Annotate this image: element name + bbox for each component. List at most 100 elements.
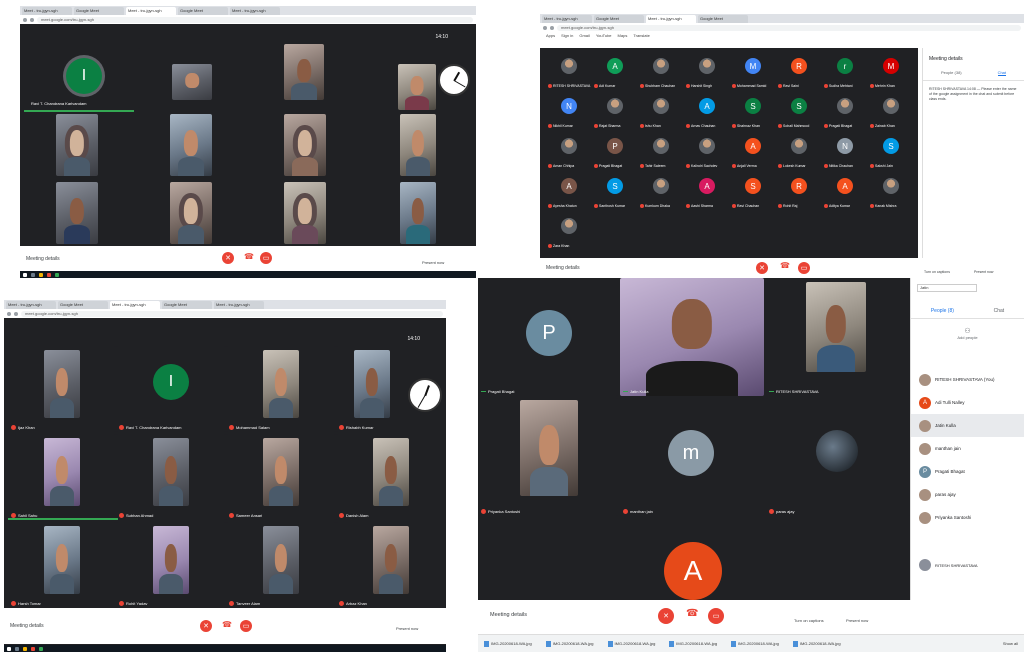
address-input[interactable]: meet.google.com/tru-jgyn-sgh [37, 16, 473, 23]
browser-tab[interactable]: Meet - tru-jgyn-sgh [214, 301, 264, 309]
browser-tab[interactable]: Google Meet [698, 15, 748, 23]
participant-tile[interactable]: Sahil Sahu [8, 434, 116, 520]
taskbar-app-icon[interactable] [39, 646, 43, 651]
bookmark-link[interactable]: Gmail [579, 32, 589, 39]
participant-tile[interactable]: Danish Alam [336, 434, 446, 520]
participant-tile[interactable]: I Ravi T. Chandrana Karlvandam [28, 48, 140, 108]
participant-tile[interactable]: S Ravi Chauhan [730, 176, 776, 210]
people-list-item[interactable]: Priyanka Santoshi [911, 506, 1024, 529]
bookmark-link[interactable]: Translate [633, 32, 650, 39]
tab-chat[interactable]: Chat [994, 308, 1005, 314]
participant-tile[interactable]: A Anjali Verma [730, 136, 776, 170]
browser-tab[interactable]: Google Meet [74, 7, 124, 15]
taskbar-app-icon[interactable] [15, 646, 19, 651]
participant-tile[interactable]: A Arnav Chauhan [684, 96, 730, 130]
taskbar-app-icon[interactable] [31, 272, 35, 277]
reload-icon[interactable] [14, 311, 18, 316]
present-now-button[interactable]: Present now [846, 618, 868, 623]
people-list-item[interactable]: Jatin Kulla [911, 414, 1024, 437]
participant-tile[interactable]: A Adi Kumar [592, 56, 638, 90]
people-list-item[interactable]: RITESH SHRIVASTAVA (You) [911, 368, 1024, 391]
address-input[interactable]: meet.google.com/tru-jgyn-sgh [21, 310, 443, 317]
add-people-button[interactable]: ⚇ Add people [911, 327, 1024, 340]
hangup-icon[interactable]: ☎ [244, 252, 254, 261]
browser-tab[interactable]: Meet - tru-jgyn-sgh [230, 7, 280, 15]
participant-tile[interactable]: Rohit Yadav [116, 522, 226, 608]
mic-off-button[interactable]: ✕ [200, 620, 212, 632]
camera-off-button[interactable]: ▭ [798, 262, 810, 274]
browser-tab[interactable]: Google Meet [178, 7, 228, 15]
participant-tile[interactable]: Mohammad Salam [226, 346, 336, 432]
participant-tile[interactable]: Kumkum Dhaka [638, 176, 684, 210]
people-list-item[interactable]: P Pragati Bhagat [911, 460, 1024, 483]
participant-tile[interactable]: R Rohit Raj [776, 176, 822, 210]
participant-tile[interactable]: r Sudha Mehtani [822, 56, 868, 90]
bookmark-link[interactable]: YouTube [596, 32, 612, 39]
download-item[interactable]: IMG-20200618-WA.jpg [484, 640, 532, 647]
participant-tile[interactable]: R Ravi Saini [776, 56, 822, 90]
bookmark-link[interactable]: Sign in [561, 32, 573, 39]
address-input[interactable]: meet.google.com/tru-jgyn-sgh [557, 24, 1021, 31]
browser-tab[interactable]: Meet - tru-jgyn-sgh [126, 7, 176, 15]
participant-tile[interactable]: Zainab Khan [868, 96, 914, 130]
camera-off-button[interactable]: ▭ [260, 252, 272, 264]
participant-video[interactable] [170, 114, 212, 176]
camera-off-button[interactable]: ▭ [240, 620, 252, 632]
participant-tile[interactable]: Zara Khan [546, 216, 592, 250]
download-item[interactable]: IMG-20200618-WA.jpg [607, 640, 655, 647]
people-list-item[interactable]: A Adi Tulli Nalley [911, 391, 1024, 414]
taskbar-app-icon[interactable] [23, 646, 27, 651]
present-now-button[interactable]: Present now [974, 270, 993, 274]
present-now-button[interactable]: Present now [422, 260, 444, 265]
browser-tab[interactable]: Google Meet [594, 15, 644, 23]
download-item[interactable]: IMG-20200618-WA.jpg [731, 640, 779, 647]
participant-tile[interactable]: Harshit Singh [684, 56, 730, 90]
bookmark-link[interactable]: Apps [546, 32, 555, 39]
browser-tab[interactable]: Meet - tru-jgyn-sgh [22, 7, 72, 15]
mic-off-button[interactable]: ✕ [756, 262, 768, 274]
participant-tile[interactable]: S Sakshi Jain [868, 136, 914, 170]
participant-video[interactable] [56, 114, 98, 176]
participant-video[interactable] [170, 182, 212, 244]
mic-off-button[interactable]: ✕ [222, 252, 234, 264]
participant-tile[interactable]: N Nitika Chauhan [822, 136, 868, 170]
participant-tile[interactable]: Rajat Sharma [592, 96, 638, 130]
taskbar-app-icon[interactable] [31, 646, 35, 651]
download-item[interactable]: IMG-20200618-WA.jpg [792, 640, 841, 647]
camera-off-button[interactable]: ▭ [708, 608, 724, 624]
participant-tile[interactable]: S Shahnaz Khan [730, 96, 776, 130]
taskbar-app-icon[interactable] [47, 272, 51, 277]
participant-video[interactable] [284, 182, 326, 244]
participant-tile[interactable]: M Mehrin Khan [868, 56, 914, 90]
participant-tile[interactable]: Lokesh Kumar [776, 136, 822, 170]
present-now-button[interactable]: Present now [396, 626, 418, 631]
participant-tile[interactable]: Sameer Ansari [226, 434, 336, 520]
reload-icon[interactable] [30, 17, 34, 22]
back-icon[interactable] [7, 311, 11, 316]
hangup-icon[interactable]: ☎ [686, 608, 698, 619]
captions-button[interactable]: Turn on captions [794, 618, 824, 623]
back-icon[interactable] [543, 25, 547, 30]
participant-video[interactable] [284, 44, 324, 100]
mic-off-button[interactable]: ✕ [658, 608, 674, 624]
participant-tile[interactable]: A Aashi Sharma [684, 176, 730, 210]
participant-tile[interactable]: Aman Chhipa [546, 136, 592, 170]
back-icon[interactable] [23, 17, 27, 22]
participant-tile[interactable]: Priyanka Santoshi [478, 398, 618, 516]
browser-tab[interactable]: Meet - tru-jgyn-sgh [6, 301, 56, 309]
tab-people[interactable]: People (38) [941, 70, 962, 76]
participant-tile[interactable]: Subhan Ahmad [116, 434, 226, 520]
bookmark-link[interactable]: Maps [618, 32, 628, 39]
taskbar-app-icon[interactable] [39, 272, 43, 277]
participant-tile[interactable]: Arbaz Khan [336, 522, 446, 608]
meeting-details-button[interactable]: Meeting details [484, 612, 527, 618]
participant-tile[interactable]: Kanak Mishra [868, 176, 914, 210]
start-icon[interactable] [23, 272, 27, 277]
participant-tile[interactable]: P Pragati Bhagat [478, 278, 618, 396]
browser-tab[interactable]: Meet - tru-jgyn-sgh [646, 15, 696, 23]
participant-tile[interactable]: I Ravi T. Chandrana Karlvandam [116, 346, 226, 432]
browser-tab[interactable]: Meet - tru-jgyn-sgh [542, 15, 592, 23]
taskbar-app-icon[interactable] [55, 272, 59, 277]
tab-people[interactable]: People (8) [931, 308, 954, 314]
participant-tile[interactable]: Tahir Saleem [638, 136, 684, 170]
